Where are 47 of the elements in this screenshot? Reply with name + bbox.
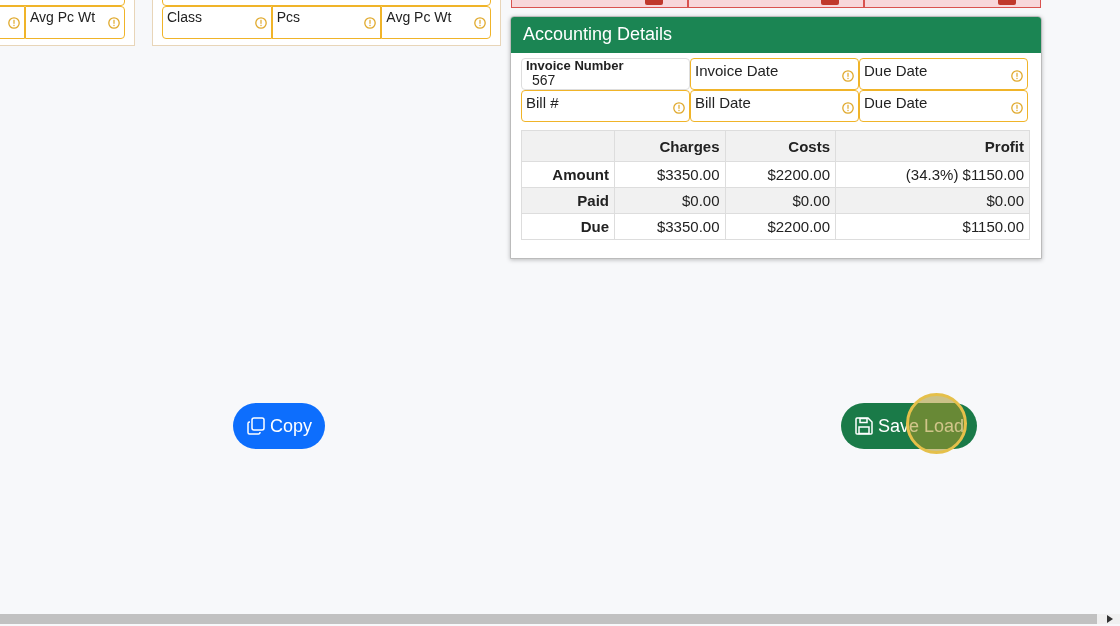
error-field[interactable] <box>511 0 688 8</box>
column-header: Profit <box>835 130 1030 162</box>
field-label: Pcs <box>276 9 300 25</box>
table-cell: $3350.00 <box>614 213 725 240</box>
form-field[interactable]: Invoice Date <box>690 58 859 90</box>
row-label: Paid <box>521 187 615 214</box>
field-label: Avg Pc Wt <box>30 9 96 25</box>
card-title: Accounting Details <box>511 17 1041 53</box>
warning-icon <box>673 102 685 114</box>
form-field[interactable]: Class <box>162 6 272 39</box>
table-cell: $3350.00 <box>614 161 725 188</box>
error-field[interactable] <box>687 0 865 8</box>
form-field[interactable]: Pcs <box>271 6 382 39</box>
form-field[interactable]: Avg Pc Wt <box>381 6 491 39</box>
column-header: Costs <box>725 130 836 162</box>
copy-icon <box>246 416 266 436</box>
copy-button[interactable]: Copy <box>233 403 326 449</box>
form-field[interactable]: Due Date <box>859 90 1028 122</box>
field-label: Avg Pc Wt <box>386 9 452 25</box>
form-field[interactable]: Bill # <box>521 90 690 122</box>
warning-icon <box>842 102 854 114</box>
warning-icon <box>474 17 486 29</box>
table-cell: $2200.00 <box>725 213 836 240</box>
form-field[interactable]: Bill Date <box>690 90 859 122</box>
table-cell: $1150.00 <box>835 213 1030 240</box>
row-label: Due <box>521 213 615 240</box>
warning-icon <box>8 17 20 29</box>
field-label: Class <box>167 9 202 25</box>
table-cell: $0.00 <box>614 187 725 214</box>
table-cell: $2200.00 <box>725 161 836 188</box>
table-cell: $0.00 <box>835 187 1030 214</box>
warning-icon <box>1011 70 1023 82</box>
error-field[interactable] <box>864 0 1041 8</box>
table-cell: $0.00 <box>725 187 836 214</box>
warning-icon <box>842 70 854 82</box>
scroll-right-icon[interactable] <box>1107 615 1113 623</box>
row-label: Amount <box>521 161 615 188</box>
form-field[interactable]: Due Date <box>859 58 1028 90</box>
invoice-number-field[interactable]: Invoice Number 567 <box>521 58 690 90</box>
warning-icon <box>364 17 377 29</box>
form-field[interactable]: Avg Pc Wt <box>25 6 125 39</box>
table-cell: (34.3%) $1150.00 <box>835 161 1030 188</box>
warning-icon <box>108 17 120 29</box>
horizontal-scrollbar[interactable] <box>0 614 1120 624</box>
warning-icon <box>1011 102 1023 114</box>
column-header: Charges <box>614 130 725 162</box>
warning-icon <box>254 17 267 29</box>
